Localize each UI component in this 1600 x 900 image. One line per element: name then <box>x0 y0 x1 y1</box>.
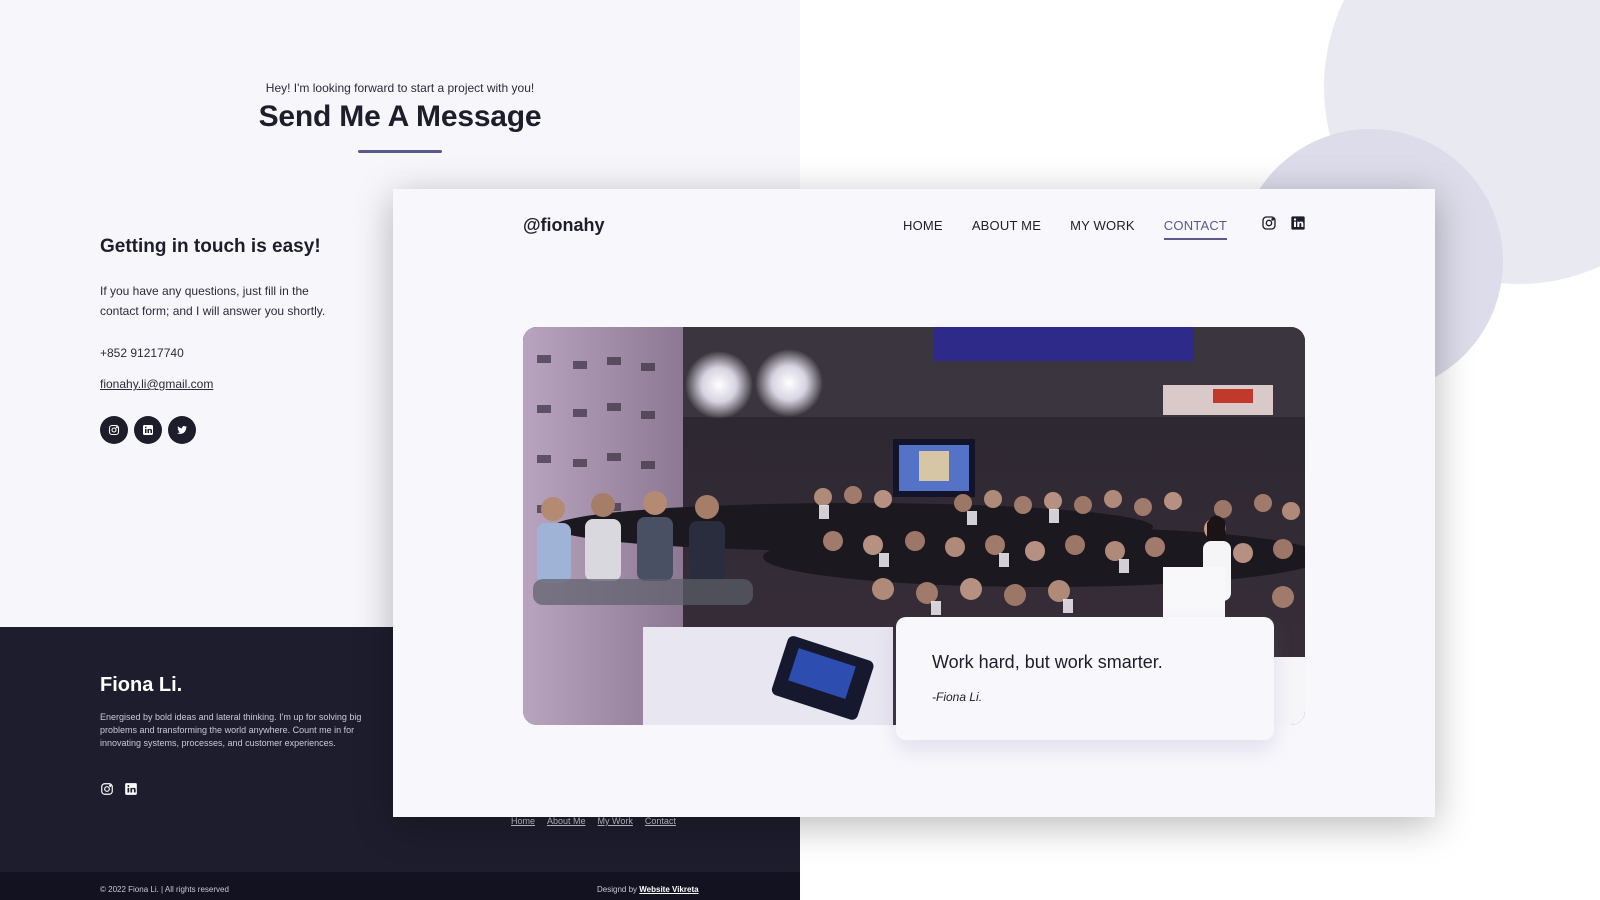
instagram-button[interactable] <box>100 416 128 444</box>
linkedin-icon[interactable] <box>1290 215 1306 231</box>
footer-link-contact[interactable]: Contact <box>645 816 676 826</box>
page: Hey! I'm looking forward to start a proj… <box>0 0 1600 900</box>
home-page-window: @fionahy HOME ABOUT ME MY WORK CONTACT W… <box>393 189 1435 817</box>
nav-about-me[interactable]: ABOUT ME <box>972 218 1041 233</box>
main-nav: HOME ABOUT ME MY WORK CONTACT <box>903 218 1228 240</box>
instagram-icon[interactable] <box>100 782 114 796</box>
footer-social-links <box>100 782 138 796</box>
contact-description: If you have any questions, just fill in … <box>100 284 326 318</box>
contact-social-links <box>100 416 196 444</box>
phone-number: +852 91217740 <box>100 346 184 360</box>
instagram-icon <box>108 424 120 436</box>
nav-home[interactable]: HOME <box>903 218 943 233</box>
linkedin-icon[interactable] <box>124 782 138 796</box>
designed-by: Designd by Website Vikreta <box>597 885 699 894</box>
instagram-icon[interactable] <box>1261 215 1277 231</box>
title-underline <box>358 150 442 153</box>
copyright: © 2022 Fiona Li. | All rights reserved <box>100 885 229 894</box>
nav-my-work[interactable]: MY WORK <box>1070 218 1135 233</box>
header-social-links <box>1261 215 1306 231</box>
linkedin-button[interactable] <box>134 416 162 444</box>
contact-eyebrow: Hey! I'm looking forward to start a proj… <box>265 81 535 95</box>
email-link[interactable]: fionahy.li@gmail.com <box>100 377 213 391</box>
footer-description: Energised by bold ideas and lateral thin… <box>100 712 362 748</box>
page-title: Send Me A Message <box>258 100 542 133</box>
footer-link-home[interactable]: Home <box>511 816 535 826</box>
footer-name: Fiona Li. <box>100 674 183 696</box>
getting-in-touch-title: Getting in touch is easy! <box>100 236 321 257</box>
linkedin-icon <box>143 425 153 435</box>
footer-link-about[interactable]: About Me <box>547 816 586 826</box>
twitter-button[interactable] <box>168 416 196 444</box>
designer-link[interactable]: Website Vikreta <box>639 885 698 894</box>
quote-author: -Fiona Li. <box>932 690 983 704</box>
designed-by-prefix: Designd by <box>597 885 638 894</box>
twitter-icon <box>177 425 187 434</box>
nav-contact[interactable]: CONTACT <box>1163 218 1228 240</box>
quote-card: Work hard, but work smarter. -Fiona Li. <box>896 617 1274 740</box>
footer-links: Home About Me My Work Contact <box>511 816 676 826</box>
footer-link-work[interactable]: My Work <box>598 816 633 826</box>
site-logo[interactable]: @fionahy <box>523 215 605 236</box>
quote-text: Work hard, but work smarter. <box>932 652 1163 672</box>
